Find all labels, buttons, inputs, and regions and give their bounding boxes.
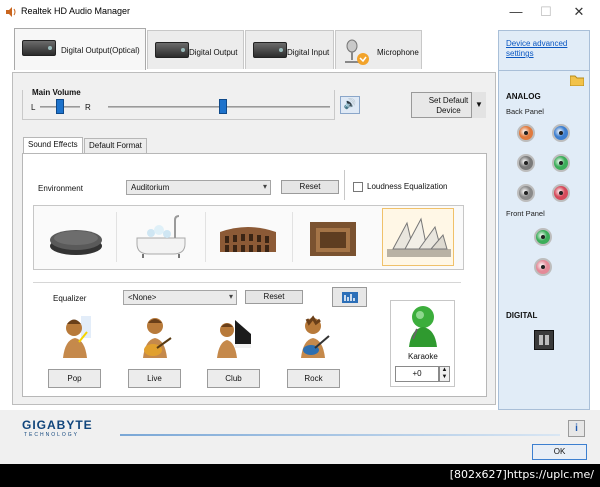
equalizer-bars-icon [342,292,358,303]
tab-label: Digital Output [189,48,238,57]
env-preset-stone[interactable] [38,208,110,266]
gigabyte-logo: GIGABYTE [22,418,93,432]
front-jack[interactable] [534,258,552,276]
divider [116,212,117,262]
volume-slider-thumb[interactable] [219,99,228,114]
window-title: Realtek HD Audio Manager [21,6,131,16]
env-preset-room[interactable] [298,208,370,266]
minimize-button[interactable]: — [500,0,532,24]
loudness-equalization-label: Loudness Equalization [367,182,448,191]
device-advanced-settings-link[interactable]: Device advanced settings [506,39,586,59]
eq-preset-club-button[interactable]: Club [207,369,260,388]
microphone-icon [345,39,369,65]
env-preset-auditorium[interactable] [382,208,454,266]
tab-label: Digital Input [287,48,330,57]
gigabyte-logo-subtitle: TECHNOLOGY [24,432,80,438]
graphic-eq-button[interactable] [332,287,367,307]
env-preset-colosseum[interactable] [212,208,284,266]
live-guitarist-icon [143,318,172,358]
ok-button[interactable]: OK [532,444,587,460]
set-default-dropdown-arrow[interactable]: ▼ [471,92,486,118]
chevron-down-icon: ▾ [228,292,233,301]
eq-preset-rock-button[interactable]: Rock [287,369,340,388]
karaoke-value-field[interactable]: +0 [395,366,439,382]
karaoke-singer-icon [409,306,437,347]
mute-speaker-icon[interactable]: 🔊 [340,96,360,114]
divider [344,170,345,200]
divider [33,282,461,283]
tab-microphone[interactable]: Microphone [335,30,422,69]
back-jack[interactable] [552,154,570,172]
front-jack[interactable] [534,228,552,246]
pop-singer-icon [63,316,91,358]
front-panel-label: Front Panel [506,209,545,218]
equalizer-selected: <None> [128,293,157,302]
connector-panel [498,30,590,410]
eq-preset-pop-button[interactable]: Pop [48,369,101,388]
close-button[interactable]: ✕ [563,0,595,24]
rock-guitarist-icon [301,315,330,358]
karaoke-spinner[interactable]: ▲ ▼ [439,366,450,382]
divider [205,212,206,262]
balance-slider-thumb[interactable] [56,99,64,114]
digital-device-icon [155,42,189,58]
back-jack[interactable] [517,154,535,172]
divider [292,212,293,262]
main-volume-title: Main Volume [30,88,83,97]
back-jack[interactable] [517,184,535,202]
eq-preset-live-button[interactable]: Live [128,369,181,388]
back-panel-label: Back Panel [506,107,544,116]
environment-reset-button[interactable]: Reset [281,180,339,194]
back-jack[interactable] [552,124,570,142]
balance-right-label: R [85,103,91,112]
maximize-button[interactable]: ☐ [530,0,562,24]
bathtub-icon [136,215,186,258]
env-preset-bathtub[interactable] [125,208,197,266]
opera-house-icon [387,217,451,257]
equalizer-reset-button[interactable]: Reset [245,290,303,304]
stone-icon [50,230,102,255]
digital-input-icon [253,42,287,58]
tab-label: Microphone [377,48,419,57]
tab-label: Digital Output(Optical) [61,46,140,55]
tab-default-format[interactable]: Default Format [84,138,147,154]
balance-left-label: L [31,103,36,112]
analog-title: ANALOG [506,92,541,101]
karaoke-label: Karaoke [408,352,438,361]
digital-title: DIGITAL [506,311,538,320]
loudness-equalization-checkbox[interactable] [353,182,363,192]
equalizer-select[interactable]: <None> ▾ [123,290,237,305]
tab-digital-output-optical[interactable]: Digital Output(Optical) [14,28,146,70]
info-button[interactable]: i [568,420,585,437]
room-icon [310,222,356,256]
optical-device-icon [22,40,56,56]
tab-digital-input[interactable]: Digital Input [245,30,334,69]
equalizer-label: Equalizer [53,294,87,303]
divider [498,70,590,71]
back-jack[interactable] [517,124,535,142]
speaker-app-icon [6,7,16,17]
environment-selected: Auditorium [131,183,170,192]
club-pianist-icon [217,320,251,358]
tab-digital-output[interactable]: Digital Output [147,30,244,69]
colosseum-icon [220,227,276,252]
chevron-down-icon: ▾ [262,182,267,191]
footer-divider [120,434,560,436]
environment-label: Environment [38,184,83,193]
environment-select[interactable]: Auditorium ▾ [126,180,271,195]
folder-icon[interactable] [570,74,584,86]
digital-optical-port-icon[interactable] [534,330,554,350]
watermark-text: [802x627]https://uplc.me/ [449,468,594,481]
back-jack[interactable] [552,184,570,202]
